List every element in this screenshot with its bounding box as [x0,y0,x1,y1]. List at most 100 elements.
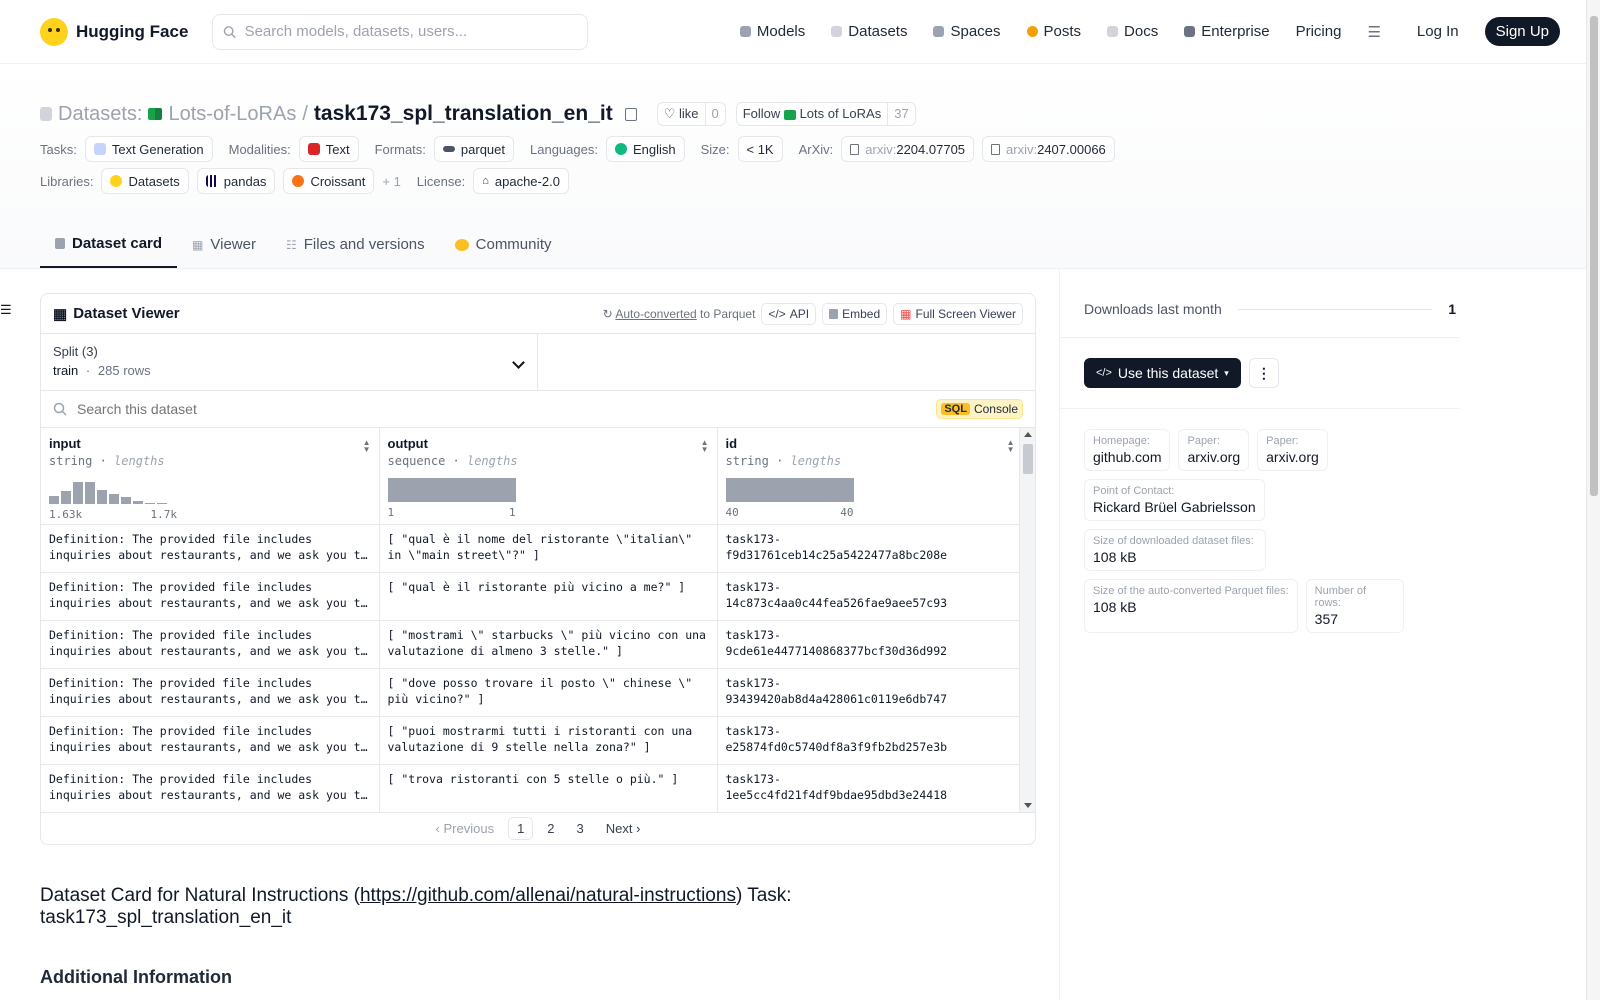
scroll-up-icon[interactable] [1024,432,1032,437]
cell-input[interactable]: Definition: The provided file includes i… [41,524,380,573]
next-page-button[interactable]: Next › [598,818,649,839]
format-tag-parquet[interactable]: parquet [433,136,514,162]
previous-page-button[interactable]: ‹ Previous [428,818,503,839]
global-search[interactable] [212,13,589,50]
full-screen-label: Full Screen Viewer [915,306,1017,321]
cell-id[interactable]: task173- 9cde61e4477140868377bcf30d36d99… [717,620,1022,669]
nav-datasets[interactable]: Datasets [831,23,907,40]
page-2-button[interactable]: 2 [539,818,562,839]
cell-output[interactable]: [ "qual è il nome del ristorante \"itali… [379,524,718,573]
tab-files-versions[interactable]: ☷ Files and versions [271,235,440,268]
page-scrollbar[interactable] [1586,0,1600,1000]
info-downloaded-size: Size of downloaded dataset files: 108 kB [1084,529,1266,571]
library-tag-pandas[interactable]: pandas [196,168,276,194]
info-paper-1[interactable]: Paper: arxiv.org [1178,429,1250,471]
column-header-output[interactable]: output sequence · lengths 1 1 ▲ ▼ [379,428,718,525]
cell-id[interactable]: task173- 1ee5cc4fd21f4df9bdae95dbd3e2441… [717,764,1022,812]
language-tag-english[interactable]: English [605,136,685,162]
table-row[interactable]: Definition: The provided file includes i… [41,716,1022,765]
size-tag[interactable]: < 1K [737,136,783,162]
cell-output[interactable]: [ "puoi mostrarmi tutti i ristoranti con… [379,716,718,765]
formats-label: Formats: [374,141,426,157]
cell-id[interactable]: task173- e25874fd0c5740df8a3f9fb2bd257e3… [717,716,1022,765]
follow-button[interactable]: Follow Lots of LoRAs 37 [735,102,916,126]
nav-enterprise[interactable]: Enterprise [1184,23,1270,40]
cell-input[interactable]: Definition: The provided file includes i… [41,572,380,621]
signup-button[interactable]: Sign Up [1484,17,1560,46]
nav-docs[interactable]: Docs [1107,23,1158,40]
sql-badge: SQL [941,403,970,415]
tab-viewer[interactable]: ▦ Viewer [177,235,271,268]
natural-instructions-link[interactable]: https://github.com/allenai/natural-instr… [360,885,736,906]
cell-output[interactable]: [ "qual è il ristorante più vicino a me?… [379,572,718,621]
copy-icon[interactable] [624,107,637,121]
more-options-icon[interactable]: ⋮ [1248,358,1279,388]
like-button[interactable]: ♡ like 0 [656,102,726,126]
info-paper-2[interactable]: Paper: arxiv.org [1257,429,1328,471]
tab-community[interactable]: Community [440,235,567,268]
breadcrumb-owner[interactable]: Lots-of-LoRAs [168,103,296,126]
global-search-input[interactable] [244,23,578,40]
brand-link[interactable]: Hugging Face [40,17,188,46]
grid-scroll-thumb[interactable] [1023,444,1033,474]
nav-pricing[interactable]: Pricing [1296,23,1342,40]
table-row[interactable]: Definition: The provided file includes i… [41,620,1022,669]
more-menu-icon[interactable]: ☰ [1367,23,1380,41]
task-tag-text-generation[interactable]: Text Generation [84,136,213,162]
table-row[interactable]: Definition: The provided file includes i… [41,572,1022,621]
code-icon: </> [768,306,786,321]
dataset-icon [40,107,52,121]
split-select[interactable]: Split (3) train · 285 rows [41,334,538,390]
arxiv-tag-2[interactable]: arxiv:2407.00066 [982,136,1115,162]
column-header-id[interactable]: id string · lengths 40 40 ▲ ▼ [717,428,1022,525]
full-screen-button[interactable]: ▦ Full Screen Viewer [893,302,1023,325]
cell-output[interactable]: [ "dove posso trovare il posto \" chines… [379,668,718,717]
cell-input[interactable]: Definition: The provided file includes i… [41,716,380,765]
page-1-button[interactable]: 1 [508,817,534,840]
cell-input[interactable]: Definition: The provided file includes i… [41,668,380,717]
sort-icon[interactable]: ▲ ▼ [701,439,709,454]
cell-id-text: task173- 1ee5cc4fd21f4df9bdae95dbd3e2441… [725,771,948,802]
info-homepage[interactable]: Homepage: github.com [1084,429,1171,471]
library-tag-croissant[interactable]: Croissant [283,168,375,194]
cell-id[interactable]: task173- 14c873c4aa0c44fea526fae9aee57c9… [717,572,1022,621]
info-point-of-contact[interactable]: Point of Contact: Rickard Brüel Gabrielss… [1084,479,1265,521]
table-row[interactable]: Definition: The provided file includes i… [41,524,1022,573]
tab-dataset-card[interactable]: Dataset card [40,235,178,268]
auto-converted-link[interactable]: ↻ Auto-converted to Parquet [603,307,756,321]
table-row[interactable]: Definition: The provided file includes i… [41,764,1022,812]
cell-input[interactable]: Definition: The provided file includes i… [41,620,380,669]
dataset-search[interactable]: SQLConsole [41,391,1035,428]
nav-models[interactable]: Models [739,23,805,40]
library-tag-datasets[interactable]: Datasets [101,168,189,194]
cell-output[interactable]: [ "trova ristoranti con 5 stelle o più."… [379,764,718,812]
nav-posts[interactable]: Posts [1026,23,1081,40]
api-button[interactable]: </> API [761,302,817,325]
login-link[interactable]: Log In [1417,23,1459,40]
license-tag[interactable]: ⌂ apache-2.0 [473,168,569,194]
dataset-search-input[interactable] [77,401,927,417]
arxiv-tag-1[interactable]: arxiv:2204.07705 [841,136,975,162]
cell-input[interactable]: Definition: The provided file includes i… [41,764,380,812]
modality-tag-text[interactable]: Text [298,136,359,162]
nav-spaces[interactable]: Spaces [933,23,1001,40]
libraries-more[interactable]: + 1 [382,174,400,189]
cell-id[interactable]: task173- 93439420ab8d4a428061c0119e6db74… [717,668,1022,717]
follow-label: Follow Lots of LoRAs [737,103,887,125]
scroll-down-icon[interactable] [1024,803,1032,808]
histogram-bar [133,501,143,504]
page-scroll-thumb[interactable] [1590,16,1598,496]
sort-icon[interactable]: ▲ ▼ [363,439,371,454]
cell-output[interactable]: [ "mostrami \" starbucks \" più vicino c… [379,620,718,669]
breadcrumb-datasets[interactable]: Datasets: [58,103,142,126]
grid-scrollbar[interactable] [1019,428,1035,812]
info-value: arxiv.org [1187,449,1241,465]
column-header-input[interactable]: input string · lengths 1.63k 1.7k ▲ ▼ [41,428,380,525]
use-this-dataset-button[interactable]: </> Use this dataset ▾ [1084,358,1241,388]
embed-button[interactable]: Embed [822,302,888,325]
table-row[interactable]: Definition: The provided file includes i… [41,668,1022,717]
cell-id[interactable]: task173- f9d31761ceb14c25a5422477a8bc208… [717,524,1022,573]
sql-console-button[interactable]: SQL Console [936,399,1023,419]
page-3-button[interactable]: 3 [569,818,592,839]
sort-icon[interactable]: ▲ ▼ [1007,439,1015,454]
